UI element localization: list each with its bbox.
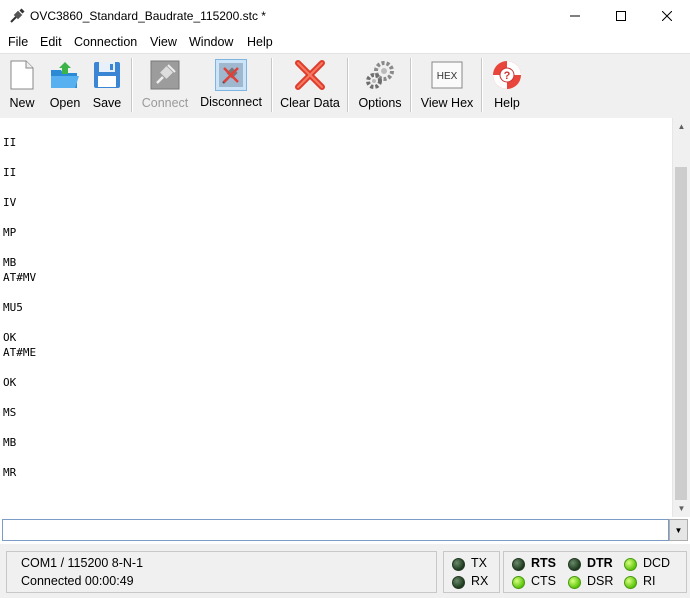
rx-label: RX <box>471 574 489 588</box>
toolbar-separator <box>347 58 349 112</box>
terminal-line: AT#MV <box>3 271 37 284</box>
gears-icon <box>363 58 397 92</box>
menu-edit[interactable]: Edit <box>40 35 62 49</box>
menu-file[interactable]: File <box>8 35 28 49</box>
hex-icon: HEX <box>430 58 464 92</box>
minimize-icon <box>570 15 580 17</box>
menu-connection[interactable]: Connection <box>74 35 137 49</box>
save-floppy-icon <box>90 58 124 92</box>
history-dropdown-button[interactable]: ▼ <box>669 519 688 541</box>
toolbar: New Open Save Connect Disconnect Clear D… <box>0 53 690 119</box>
command-input-box <box>2 519 669 541</box>
lifebuoy-help-icon: ? <box>490 58 524 92</box>
terminal-line: MP <box>3 226 17 239</box>
ri-label: RI <box>643 574 656 588</box>
close-button[interactable] <box>644 0 690 32</box>
line-signals-panel: RTS CTS DTR DSR DCD RI <box>503 551 687 593</box>
disconnect-plug-icon <box>215 59 247 91</box>
dcd-label: DCD <box>643 556 671 570</box>
menu-window[interactable]: Window <box>189 35 233 49</box>
terminal-line: MR <box>3 466 17 479</box>
open-folder-icon <box>48 58 82 92</box>
terminal-line: OK <box>3 376 17 389</box>
menu-help[interactable]: Help <box>247 35 273 49</box>
close-icon <box>662 11 672 21</box>
menu-view[interactable]: View <box>150 35 177 49</box>
clear-data-button[interactable]: Clear Data <box>280 54 340 116</box>
view-hex-button[interactable]: HEX View Hex <box>419 54 475 116</box>
disconnect-button[interactable]: Disconnect <box>198 54 264 116</box>
status-bar: COM1 / 115200 8-N-1 Connected 00:00:49 T… <box>0 544 690 598</box>
terminal-line: AT#ME <box>3 346 37 359</box>
connect-plug-icon <box>148 58 182 92</box>
connection-time-text: Connected 00:00:49 <box>21 574 134 588</box>
new-document-icon <box>5 58 39 92</box>
help-button[interactable]: ? Help <box>490 54 524 116</box>
tx-label: TX <box>471 556 487 570</box>
tx-led-icon <box>452 558 465 571</box>
svg-text:?: ? <box>504 70 511 82</box>
save-button[interactable]: Save <box>90 54 124 116</box>
toolbar-separator <box>410 58 412 112</box>
scrollbar-thumb[interactable] <box>675 167 687 500</box>
disconnect-label: Disconnect <box>200 95 262 109</box>
maximize-button[interactable] <box>598 0 644 32</box>
open-label: Open <box>49 96 81 110</box>
rx-led-icon <box>452 576 465 589</box>
cts-led-icon <box>512 576 525 589</box>
cts-label: CTS <box>531 574 556 588</box>
clear-data-label: Clear Data <box>280 96 340 110</box>
txrx-indicator-panel: TX RX <box>443 551 500 593</box>
vertical-scrollbar[interactable]: ▲ ▼ <box>672 118 690 517</box>
scroll-up-icon[interactable]: ▲ <box>673 118 690 135</box>
chevron-down-icon: ▼ <box>674 525 683 535</box>
scroll-down-icon[interactable]: ▼ <box>673 500 690 517</box>
terminal-line: MB <box>3 256 17 269</box>
terminal-line: MS <box>3 406 17 419</box>
connect-label: Connect <box>141 96 189 110</box>
terminal-line: II <box>3 136 17 149</box>
rts-label[interactable]: RTS <box>531 556 556 570</box>
new-button[interactable]: New <box>4 54 40 116</box>
view-hex-label: View Hex <box>420 96 474 110</box>
ri-led-icon <box>624 576 637 589</box>
terminal-line: II <box>3 166 17 179</box>
options-button[interactable]: Options <box>356 54 404 116</box>
toolbar-separator <box>271 58 273 112</box>
title-bar: OVC3860_Standard_Baudrate_115200.stc * <box>0 0 690 32</box>
rts-led-icon[interactable] <box>512 558 525 571</box>
dsr-label: DSR <box>587 574 614 588</box>
port-settings-text: COM1 / 115200 8-N-1 <box>21 556 144 570</box>
menu-bar: File Edit Connection View Window Help <box>0 32 690 52</box>
toolbar-separator <box>481 58 483 112</box>
terminal-line: MU5 <box>3 301 23 314</box>
connect-button[interactable]: Connect <box>140 54 190 116</box>
terminal-line: OK <box>3 331 17 344</box>
open-button[interactable]: Open <box>46 54 84 116</box>
app-plug-icon[interactable] <box>9 8 25 24</box>
connection-status-panel: COM1 / 115200 8-N-1 Connected 00:00:49 <box>6 551 437 593</box>
dsr-led-icon <box>568 576 581 589</box>
dtr-label[interactable]: DTR <box>587 556 613 570</box>
dcd-led-icon <box>624 558 637 571</box>
toolbar-separator <box>131 58 133 112</box>
terminal-line: MB <box>3 436 17 449</box>
hex-icon-text: HEX <box>437 71 458 82</box>
terminal-output[interactable]: II II IV MP MB AT#MV MU5 OK AT#ME OK MS … <box>0 118 672 517</box>
command-input[interactable] <box>3 520 666 538</box>
terminal-line: IV <box>3 196 17 209</box>
new-label: New <box>9 96 35 110</box>
save-label: Save <box>92 96 122 110</box>
window-title: OVC3860_Standard_Baudrate_115200.stc * <box>30 9 266 23</box>
dtr-led-icon[interactable] <box>568 558 581 571</box>
minimize-button[interactable] <box>552 0 598 32</box>
clear-x-icon <box>293 58 327 92</box>
help-label: Help <box>494 96 520 110</box>
maximize-icon <box>616 11 626 21</box>
options-label: Options <box>358 96 402 110</box>
